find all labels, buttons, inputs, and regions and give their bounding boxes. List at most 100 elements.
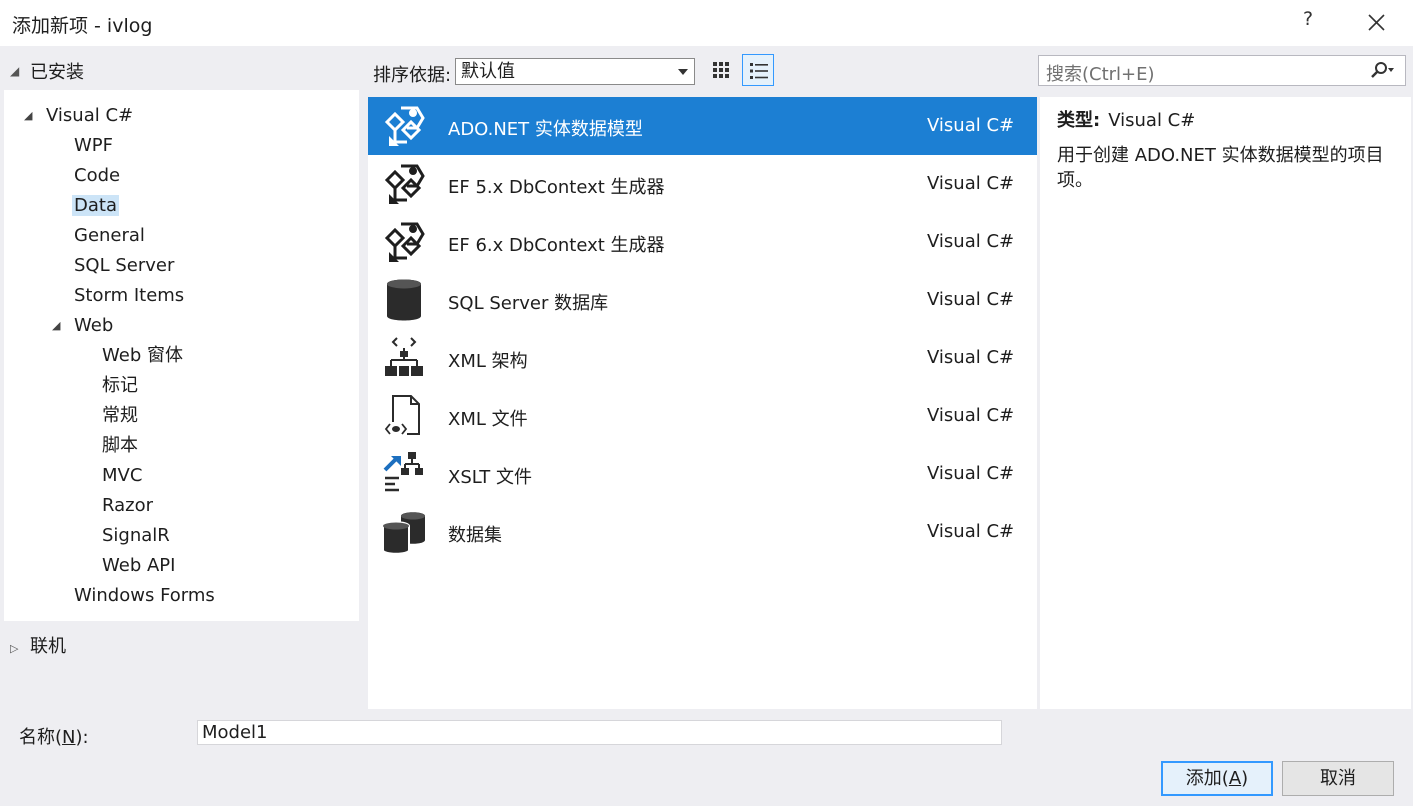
details-type-line: 类型: Visual C# — [1057, 106, 1195, 132]
list-item-xml-file[interactable]: XML 文件 Visual C# — [368, 387, 1037, 445]
add-label-suffix: ) — [1241, 768, 1249, 789]
tree-item-razor[interactable]: Razor — [102, 493, 153, 519]
collapsed-triangle-icon: ▷ — [10, 642, 19, 655]
add-label-prefix: 添加( — [1185, 768, 1229, 789]
tree-item-web-api[interactable]: Web API — [102, 553, 175, 579]
tree-item-mvc[interactable]: MVC — [102, 463, 142, 489]
expanded-triangle-icon[interactable]: ◢ — [52, 313, 66, 339]
entity-model-icon — [381, 160, 429, 208]
tree-item-label: Web — [74, 315, 114, 336]
entity-model-icon — [381, 218, 429, 266]
tree-item-label: WPF — [74, 135, 114, 156]
expanded-triangle-icon: ◢ — [10, 64, 20, 78]
item-type: Visual C# — [927, 405, 1015, 426]
name-label: 名称(N): — [19, 723, 89, 749]
tree-item-label: Visual C# — [46, 105, 134, 126]
close-icon — [1368, 14, 1385, 31]
item-name: XML 架构 — [448, 351, 528, 372]
grid-view-icon — [713, 62, 729, 78]
tree-item-label: Web 窗体 — [102, 345, 183, 366]
details-panel: 类型: Visual C# 用于创建 ADO.NET 实体数据模型的项目项。 — [1040, 97, 1411, 709]
xml-file-icon — [381, 392, 429, 440]
tree-item-data[interactable]: Data — [72, 193, 119, 219]
list-item-ado-net[interactable]: ADO.NET 实体数据模型 Visual C# — [368, 97, 1037, 155]
sort-label: 排序依据: — [373, 65, 452, 86]
tree-item-label: MVC — [102, 465, 143, 486]
tree-item-script[interactable]: 脚本 — [102, 433, 138, 459]
list-item-xslt-file[interactable]: XSLT 文件 Visual C# — [368, 445, 1037, 503]
list-item-dataset[interactable]: 数据集 Visual C# — [368, 503, 1037, 561]
sort-dropdown[interactable]: 默认值 — [455, 58, 695, 85]
database-icon — [381, 276, 429, 324]
name-label-accesskey: N — [62, 727, 76, 748]
tree-item-general[interactable]: General — [74, 223, 145, 249]
list-item-ef6-dbcontext[interactable]: EF 6.x DbContext 生成器 Visual C# — [368, 213, 1037, 271]
item-name: ADO.NET 实体数据模型 — [448, 119, 643, 140]
tree-item-windows-forms[interactable]: Windows Forms — [74, 583, 215, 609]
close-button[interactable] — [1358, 6, 1394, 38]
small-icons-view-button[interactable] — [705, 54, 737, 86]
online-header[interactable]: ▷ 联机 — [10, 632, 66, 657]
tree-item-label: 标记 — [102, 375, 138, 396]
item-name: XSLT 文件 — [448, 467, 533, 488]
add-button[interactable]: 添加(A) — [1161, 761, 1273, 796]
xslt-icon — [381, 450, 429, 498]
template-tree: ◢ Visual C# WPF Code Data General SQL Se… — [4, 90, 359, 621]
item-name: XML 文件 — [448, 409, 528, 430]
item-type: Visual C# — [927, 463, 1015, 484]
list-item-sql-server-database[interactable]: SQL Server 数据库 Visual C# — [368, 271, 1037, 329]
name-label-prefix: 名称( — [19, 727, 63, 748]
title-bar: 添加新项 - ivlog ? — [0, 0, 1413, 46]
entity-model-icon — [381, 102, 429, 150]
installed-header[interactable]: ◢ 已安装 — [10, 58, 84, 83]
help-button[interactable]: ? — [1296, 8, 1320, 36]
details-description: 用于创建 ADO.NET 实体数据模型的项目项。 — [1057, 145, 1384, 191]
tree-item-web-forms[interactable]: Web 窗体 — [102, 343, 183, 369]
tree-item-label: SignalR — [102, 525, 170, 546]
tree-item-storm-items[interactable]: Storm Items — [74, 283, 184, 309]
name-input[interactable] — [197, 720, 1002, 745]
tree-item-general-web[interactable]: 常规 — [102, 403, 138, 429]
tree-item-label: Data — [72, 195, 119, 216]
tree-item-visual-csharp[interactable]: ◢ Visual C# — [24, 103, 133, 129]
item-type: Visual C# — [927, 173, 1015, 194]
search-box[interactable]: 搜索(Ctrl+E) — [1038, 55, 1406, 86]
expanded-triangle-icon[interactable]: ◢ — [24, 103, 38, 129]
search-icon[interactable] — [1369, 61, 1395, 86]
tree-item-sql-server[interactable]: SQL Server — [74, 253, 174, 279]
details-type-value: Visual C# — [1108, 110, 1196, 131]
list-item-xml-schema[interactable]: XML 架构 Visual C# — [368, 329, 1037, 387]
tree-item-label: Windows Forms — [74, 585, 215, 606]
cancel-button[interactable]: 取消 — [1282, 761, 1394, 796]
tree-item-code[interactable]: Code — [74, 163, 120, 189]
tree-item-label: General — [74, 225, 145, 246]
list-view-icon — [750, 63, 768, 79]
item-name: SQL Server 数据库 — [448, 293, 609, 314]
tree-item-wpf[interactable]: WPF — [74, 133, 113, 159]
item-name: EF 5.x DbContext 生成器 — [448, 177, 665, 198]
tree-item-label: SQL Server — [74, 255, 175, 276]
online-label: 联机 — [30, 636, 66, 657]
item-type: Visual C# — [927, 115, 1015, 136]
sort-value: 默认值 — [461, 61, 515, 82]
item-type: Visual C# — [927, 521, 1015, 542]
item-type: Visual C# — [927, 347, 1015, 368]
tree-item-markup[interactable]: 标记 — [102, 373, 138, 399]
item-name: 数据集 — [448, 525, 502, 546]
name-label-suffix: ): — [75, 727, 89, 748]
tree-item-label: Code — [74, 165, 121, 186]
item-type: Visual C# — [927, 289, 1015, 310]
list-item-ef5-dbcontext[interactable]: EF 5.x DbContext 生成器 Visual C# — [368, 155, 1037, 213]
tree-item-label: 常规 — [102, 405, 138, 426]
xml-schema-icon — [381, 334, 429, 382]
tree-item-web[interactable]: ◢ Web — [52, 313, 113, 339]
tree-item-signalr[interactable]: SignalR — [102, 523, 170, 549]
window-title: 添加新项 - ivlog — [12, 15, 153, 37]
tree-item-label: 脚本 — [102, 435, 138, 456]
details-type-label: 类型: — [1057, 110, 1101, 131]
item-name: EF 6.x DbContext 生成器 — [448, 235, 665, 256]
tree-item-label: Storm Items — [74, 285, 185, 306]
item-type: Visual C# — [927, 231, 1015, 252]
installed-label: 已安装 — [30, 62, 84, 83]
list-view-button[interactable] — [742, 54, 774, 86]
